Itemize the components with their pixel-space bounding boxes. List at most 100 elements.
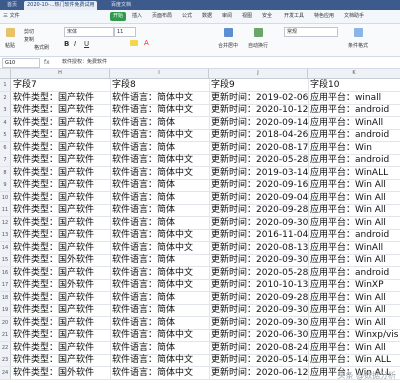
cell[interactable]: 更新时间：2020-09-28	[209, 291, 309, 304]
cell[interactable]: 应用平台：WinAll	[308, 117, 400, 129]
tab-features[interactable]: 特色应用	[314, 12, 334, 21]
wrap-text-button[interactable]: 自动换行	[248, 42, 268, 49]
tab-view[interactable]: 视图	[242, 12, 252, 21]
cell[interactable]: 软件语言：简体	[110, 204, 210, 216]
cell[interactable]: 软件语言：简体	[110, 116, 210, 129]
cell[interactable]: 更新时间：2020-08-17	[209, 141, 309, 154]
cell[interactable]: 更新时间：2020-06-12	[209, 366, 309, 379]
cell[interactable]: 更新时间：2020-09-30	[209, 316, 309, 329]
row-number[interactable]: 6	[0, 141, 11, 154]
column-header-k[interactable]: K	[308, 69, 400, 78]
row-number[interactable]: 5	[0, 129, 11, 141]
row-number[interactable]: 17	[0, 279, 11, 291]
copy-button[interactable]: 复制	[24, 36, 34, 43]
cell[interactable]: 更新时间：2018-04-26	[209, 129, 309, 141]
merge-icon[interactable]	[224, 28, 233, 37]
row-number[interactable]: 15	[0, 254, 11, 266]
cell[interactable]: 软件语言：简体中文	[110, 279, 210, 291]
cell[interactable]: 软件类型：国产软件	[11, 154, 111, 166]
cell[interactable]: 软件语言：简体中文	[110, 354, 210, 366]
cell[interactable]: 更新时间：2020-08-13	[209, 241, 309, 254]
cell[interactable]: 应用平台：android	[308, 229, 400, 241]
row-number[interactable]: 8	[0, 166, 11, 179]
row-number[interactable]: 7	[0, 154, 11, 166]
cell[interactable]: 软件类型：国产软件	[11, 166, 111, 179]
cell[interactable]: 软件类型：国产软件	[11, 354, 111, 366]
conditional-format-button[interactable]: 条件格式	[348, 42, 368, 49]
cell[interactable]: 软件语言：简体	[110, 291, 210, 304]
cell[interactable]: 应用平台：Win All	[308, 342, 400, 354]
cell[interactable]: 软件语言：简体	[110, 141, 210, 154]
format-painter-button[interactable]: 格式刷	[34, 44, 49, 51]
cell[interactable]: 字段8	[110, 79, 210, 91]
cell[interactable]: 软件类型：国产软件	[11, 141, 111, 154]
cell[interactable]: 字段7	[11, 79, 111, 91]
row-number[interactable]: 9	[0, 179, 11, 191]
cell[interactable]: 软件类型：国产软件	[11, 91, 111, 104]
cell[interactable]: 应用平台：WinAll	[308, 242, 400, 254]
cell[interactable]: 应用平台：Win All	[308, 304, 400, 316]
font-size-select[interactable]: 11	[114, 27, 136, 37]
row-number[interactable]: 4	[0, 116, 11, 129]
cell[interactable]: 应用平台：Win All	[308, 192, 400, 204]
row-number[interactable]: 10	[0, 191, 11, 204]
cell[interactable]: 更新时间：2020-06-30	[209, 329, 309, 341]
cell[interactable]: 软件类型：国产软件	[11, 291, 111, 304]
cell[interactable]: 软件类型：国产软件	[11, 304, 111, 316]
cell[interactable]: 软件类型：国产软件	[11, 191, 111, 204]
wrap-text-icon[interactable]	[254, 28, 263, 37]
tab-home[interactable]: 首页	[4, 1, 20, 10]
cell[interactable]: 更新时间：2020-10-12	[209, 104, 309, 116]
cell[interactable]: 软件类型：国外软件	[11, 279, 111, 291]
row-number[interactable]: 13	[0, 229, 11, 241]
cell[interactable]: 软件语言：简体中文	[110, 154, 210, 166]
cell[interactable]: 更新时间：2019-03-14	[209, 166, 309, 179]
cell[interactable]: 更新时间：2020-09-30	[209, 216, 309, 229]
cell[interactable]: 软件类型：国产软件	[11, 179, 111, 191]
cell[interactable]: 软件语言：简体	[110, 191, 210, 204]
tab-second-document[interactable]: 百度文档	[108, 1, 134, 10]
cell[interactable]: 软件语言：简体	[110, 341, 210, 354]
row-number[interactable]: 20	[0, 316, 11, 329]
cell[interactable]: 软件语言：简体	[110, 179, 210, 191]
cell[interactable]: 更新时间：2020-09-28	[209, 204, 309, 216]
cell[interactable]: 软件类型：国外软件	[11, 366, 111, 379]
cell[interactable]: 软件语言：简体中文	[110, 104, 210, 116]
font-color-icon[interactable]: A	[144, 39, 149, 47]
formula-input[interactable]: 软件授权：免费软件	[62, 58, 392, 66]
cell[interactable]: 应用平台：Win All	[308, 204, 400, 216]
cell[interactable]: 软件类型：国产软件	[11, 341, 111, 354]
cell[interactable]: 更新时间：2020-05-28	[209, 266, 309, 279]
cell[interactable]: 更新时间：2020-09-30	[209, 254, 309, 266]
cell[interactable]: 软件语言：简体中文	[110, 129, 210, 141]
cell[interactable]: 软件语言：简体中文	[110, 229, 210, 241]
cell[interactable]: 软件类型：国外软件	[11, 254, 111, 266]
bold-icon[interactable]: B	[64, 40, 69, 48]
cell[interactable]: 软件语言：简体中文	[110, 366, 210, 379]
cell[interactable]: 软件语言：简体	[110, 304, 210, 316]
tab-formula[interactable]: 公式	[182, 12, 192, 21]
cell[interactable]: 软件语言：简体中文	[110, 329, 210, 341]
cell[interactable]: 应用平台：Win All	[308, 179, 400, 191]
cell[interactable]: 软件类型：国产软件	[11, 229, 111, 241]
row-number[interactable]: 21	[0, 329, 11, 341]
row-number[interactable]: 16	[0, 266, 11, 279]
cell[interactable]: 应用平台：Win	[308, 142, 400, 154]
cell[interactable]: 字段9	[209, 79, 309, 91]
merge-center-button[interactable]: 合并居中	[218, 42, 238, 49]
cell[interactable]: 软件语言：简体	[110, 254, 210, 266]
cell[interactable]: 应用平台：Win ALL	[308, 354, 400, 366]
cell[interactable]: 更新时间：2020-09-04	[209, 191, 309, 204]
column-header-i[interactable]: I	[110, 69, 209, 78]
fx-icon[interactable]: fx	[44, 58, 50, 67]
cell[interactable]: 软件语言：简体中文	[110, 166, 210, 179]
cell[interactable]: 更新时间：2020-08-24	[209, 341, 309, 354]
column-header-h[interactable]: H	[11, 69, 110, 78]
tab-start[interactable]: 开始	[110, 12, 127, 21]
row-number[interactable]: 2	[0, 91, 11, 104]
cell[interactable]: 更新时间：2016-11-04	[209, 229, 309, 241]
tab-page-layout[interactable]: 页面布局	[152, 12, 172, 21]
row-number[interactable]: 22	[0, 341, 11, 354]
row-number[interactable]: 11	[0, 204, 11, 216]
tab-developer[interactable]: 开发工具	[284, 12, 304, 21]
